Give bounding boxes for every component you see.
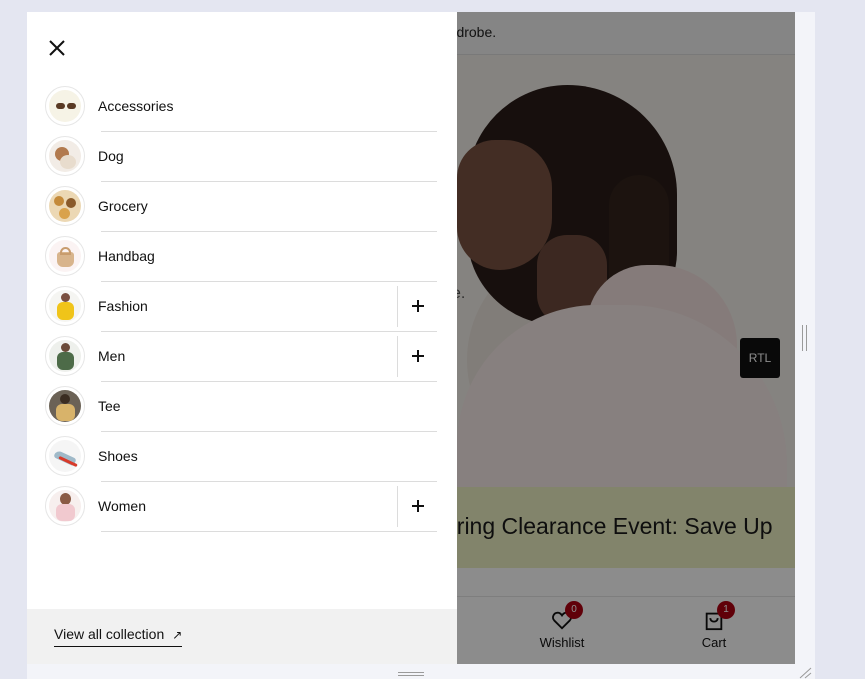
resize-corner-icon[interactable] <box>798 667 812 679</box>
menu-item-accessories[interactable]: Accessories <box>27 82 457 132</box>
menu-item-grocery[interactable]: Grocery <box>27 182 457 232</box>
menu-item-dog[interactable]: Dog <box>27 132 457 182</box>
menu-item-label: Handbag <box>98 248 155 264</box>
menu-item-fashion[interactable]: Fashion <box>27 282 457 332</box>
expand-women-plus-icon[interactable] <box>397 486 438 527</box>
menu-item-label: Shoes <box>98 448 138 464</box>
view-all-collection-link[interactable]: View all collection ↗ <box>54 626 183 647</box>
tee-thumb-icon <box>45 386 85 426</box>
expand-men-plus-icon[interactable] <box>397 336 438 377</box>
fashion-thumb-icon <box>45 286 85 326</box>
menu-item-label: Fashion <box>98 298 148 314</box>
menu-item-label: Women <box>98 498 146 514</box>
right-resize-grip[interactable] <box>802 325 807 351</box>
view-all-label: View all collection <box>54 626 165 642</box>
menu-item-handbag[interactable]: Handbag <box>27 232 457 282</box>
menu-item-label: Men <box>98 348 126 364</box>
menu-divider <box>101 531 437 532</box>
menu-item-tee[interactable]: Tee <box>27 382 457 432</box>
dog-thumb-icon <box>45 136 85 176</box>
menu-item-label: Accessories <box>98 98 174 114</box>
women-thumb-icon <box>45 486 85 526</box>
menu-item-men[interactable]: Men <box>27 332 457 382</box>
shoes-thumb-icon <box>45 436 85 476</box>
menu-item-women[interactable]: Women <box>27 482 457 532</box>
grocery-thumb-icon <box>45 186 85 226</box>
bottom-resize-grip[interactable] <box>398 672 424 676</box>
handbag-thumb-icon <box>45 236 85 276</box>
arrow-up-right-icon: ↗ <box>172 628 183 642</box>
menu-item-label: Grocery <box>98 198 148 214</box>
menu-item-shoes[interactable]: Shoes <box>27 432 457 482</box>
category-drawer: Accessories Dog Grocery Handbag Fashion … <box>27 12 457 664</box>
sunglasses-thumb-icon <box>45 86 85 126</box>
men-thumb-icon <box>45 336 85 376</box>
drawer-footer: View all collection ↗ <box>27 609 457 664</box>
menu-item-label: Dog <box>98 148 124 164</box>
close-icon[interactable] <box>45 36 69 60</box>
expand-fashion-plus-icon[interactable] <box>397 286 438 327</box>
menu-item-label: Tee <box>98 398 121 414</box>
category-menu: Accessories Dog Grocery Handbag Fashion … <box>27 82 457 532</box>
